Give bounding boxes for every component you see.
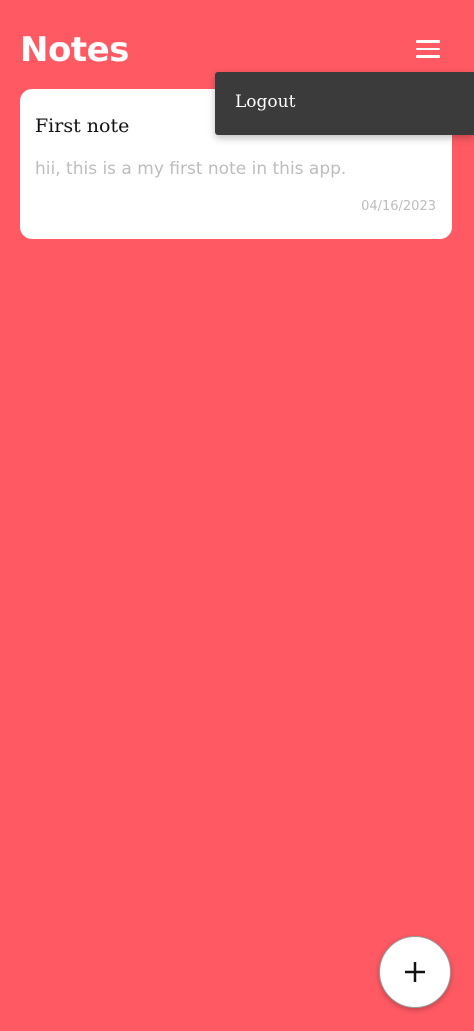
- plus-icon: [405, 962, 425, 982]
- note-date: 04/16/2023: [361, 199, 436, 214]
- menu-button[interactable]: [408, 32, 448, 66]
- add-note-button[interactable]: [379, 936, 451, 1008]
- menu-item-logout[interactable]: Logout: [235, 92, 295, 112]
- note-title: First note: [35, 115, 130, 137]
- note-body: hii, this is a my first note in this app…: [35, 159, 347, 179]
- hamburger-menu-icon: [416, 40, 440, 43]
- overflow-menu: Logout: [215, 72, 474, 135]
- app-title: Notes: [20, 30, 129, 70]
